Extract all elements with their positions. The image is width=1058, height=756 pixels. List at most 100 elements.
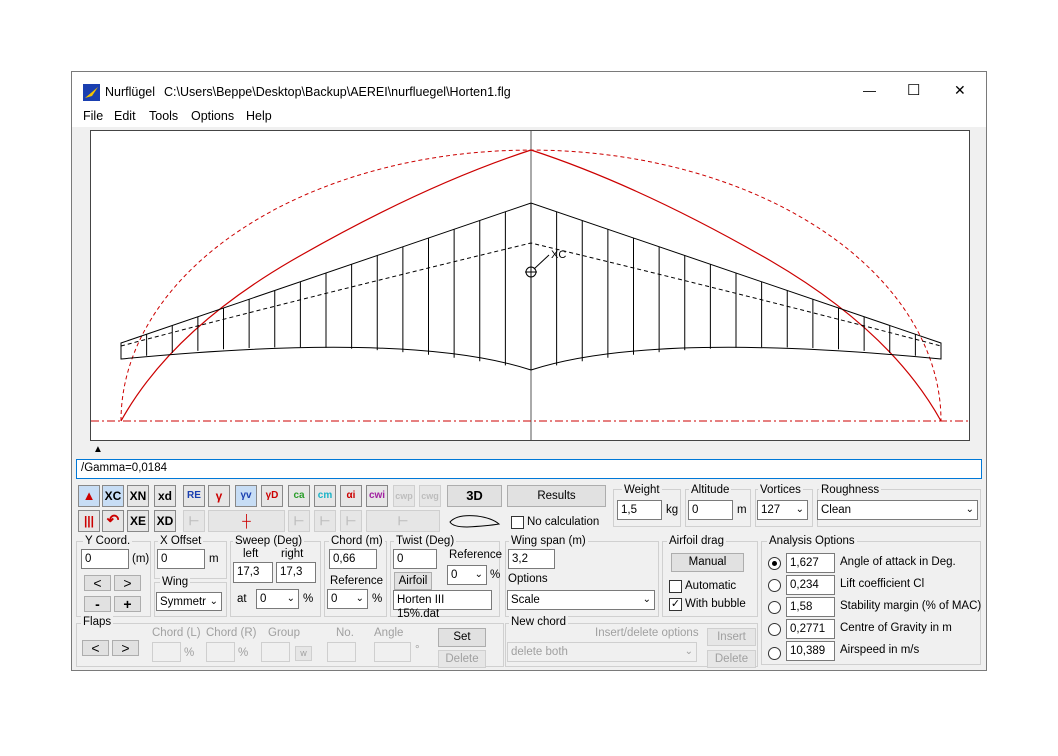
- weight-input[interactable]: 1,5: [617, 500, 662, 520]
- flaps-no-input[interactable]: [327, 642, 356, 662]
- airspeed-input[interactable]: 10,389: [786, 641, 835, 661]
- menu-tools[interactable]: Tools: [149, 109, 178, 123]
- options-label: Options: [508, 573, 548, 585]
- weight-unit: kg: [666, 504, 679, 516]
- sweep-left-input[interactable]: 17,3: [233, 562, 273, 583]
- flaps-chord-r-input[interactable]: [206, 642, 235, 662]
- insert-button[interactable]: Insert: [707, 628, 756, 646]
- flaps-prev-button[interactable]: <: [82, 640, 109, 656]
- results-button[interactable]: Results: [507, 485, 606, 507]
- xoffset-input[interactable]: 0: [157, 549, 205, 569]
- minimize-button[interactable]: —: [863, 83, 876, 98]
- stability-margin-input[interactable]: 1,58: [786, 597, 835, 617]
- flaps-w-button[interactable]: w: [295, 646, 312, 661]
- airspeed-radio[interactable]: [768, 647, 781, 660]
- twist-input[interactable]: 0: [393, 549, 437, 569]
- ycoord-next-button[interactable]: >: [114, 575, 141, 591]
- wingspan-input[interactable]: 3,2: [508, 549, 555, 569]
- flaps-group-input[interactable]: [261, 642, 290, 662]
- centre-of-gravity-radio[interactable]: [768, 623, 781, 636]
- new-chord-delete-button[interactable]: Delete: [707, 650, 756, 668]
- with-bubble-checkbox[interactable]: ✓: [669, 598, 682, 611]
- chevron-down-icon: ⌄: [209, 596, 218, 607]
- automatic-checkbox[interactable]: [669, 580, 682, 593]
- ycoord-unit: (m): [132, 553, 150, 565]
- remove-section-button[interactable]: -: [84, 596, 111, 612]
- cm-button[interactable]: cm: [314, 485, 336, 507]
- flaps-delete-button[interactable]: Delete: [438, 650, 486, 668]
- cwg-button[interactable]: cwg: [419, 485, 441, 507]
- stability-margin-radio[interactable]: [768, 601, 781, 614]
- lift-coefficient-input[interactable]: 0,234: [786, 575, 835, 595]
- airfoil-button[interactable]: Airfoil: [394, 572, 432, 590]
- gamma-v-button[interactable]: γv: [235, 485, 257, 507]
- re-button[interactable]: RE: [183, 485, 205, 507]
- alpha-i-button[interactable]: αi: [340, 485, 362, 507]
- menu-file[interactable]: File: [83, 109, 103, 123]
- wing-view-icon[interactable]: ▲: [78, 485, 100, 507]
- chord-reference-label: Reference: [330, 575, 384, 587]
- sweep-at-select[interactable]: 0 ⌄: [256, 589, 299, 609]
- chord-input[interactable]: 0,66: [329, 549, 377, 569]
- close-button[interactable]: ✕: [954, 82, 966, 99]
- cwp-button[interactable]: cwp: [393, 485, 415, 507]
- roughness-select[interactable]: Clean ⌄: [817, 500, 978, 520]
- grid-icon-1[interactable]: ⊢: [183, 510, 205, 532]
- airfoil-name-field[interactable]: Horten III 15%.dat: [393, 590, 492, 620]
- flaps-chord-r-unit: %: [238, 647, 249, 659]
- xn-button[interactable]: XN: [127, 485, 149, 507]
- hatch-view-icon[interactable]: |||: [78, 510, 100, 532]
- new-chord-select[interactable]: delete both ⌄: [507, 642, 697, 662]
- lift-coefficient-label: Lift coefficient Cl: [840, 578, 925, 590]
- flaps-set-button[interactable]: Set: [438, 628, 486, 647]
- lift-coefficient-radio[interactable]: [768, 579, 781, 592]
- vortices-select[interactable]: 127 ⌄: [757, 500, 808, 520]
- add-section-button[interactable]: +: [114, 596, 141, 612]
- twist-reference-select[interactable]: 0 ⌄: [447, 565, 487, 585]
- gamma-d-button[interactable]: γD: [261, 485, 283, 507]
- xd-button[interactable]: xd: [154, 485, 176, 507]
- wingspan-label: Wing span (m): [509, 535, 588, 547]
- crosshair-icon[interactable]: ┼: [208, 510, 285, 532]
- scroll-marker-icon[interactable]: ▲: [93, 444, 103, 455]
- sweep-right-input[interactable]: 17,3: [276, 562, 316, 583]
- grid-icon-2[interactable]: ⊢: [288, 510, 310, 532]
- cwi-button[interactable]: cwi: [366, 485, 388, 507]
- gamma-button[interactable]: γ: [208, 485, 230, 507]
- status-field[interactable]: /Gamma=0,0184: [76, 459, 982, 479]
- ycoord-input[interactable]: 0: [81, 549, 129, 569]
- 3d-view-button[interactable]: 3D: [447, 485, 502, 507]
- xd-button-2[interactable]: XD: [154, 510, 176, 532]
- grid-icon-5[interactable]: ⊢: [366, 510, 440, 532]
- menu-edit[interactable]: Edit: [114, 109, 136, 123]
- airfoil-shape-icon[interactable]: [447, 512, 502, 532]
- chevron-down-icon: ⌄: [642, 594, 651, 605]
- analysis-options-label: Analysis Options: [767, 535, 857, 547]
- flaps-next-button[interactable]: >: [112, 640, 139, 656]
- no-calculation-checkbox[interactable]: [511, 516, 524, 529]
- manual-button[interactable]: Manual: [671, 553, 744, 572]
- ca-button[interactable]: ca: [288, 485, 310, 507]
- menu-help[interactable]: Help: [246, 109, 272, 123]
- angle-of-attack-radio[interactable]: [768, 557, 781, 570]
- undo-icon[interactable]: ↶: [102, 510, 124, 532]
- altitude-input[interactable]: 0: [688, 500, 733, 520]
- twist-reference-unit: %: [490, 569, 501, 581]
- options-select[interactable]: Scale ⌄: [507, 590, 655, 610]
- maximize-button[interactable]: ☐: [907, 81, 920, 99]
- xc-button[interactable]: XC: [102, 485, 124, 507]
- angle-of-attack-input[interactable]: 1,627: [786, 553, 835, 573]
- flaps-chord-l-input[interactable]: [152, 642, 181, 662]
- wing-select[interactable]: Symmetr ⌄: [156, 592, 222, 611]
- flaps-angle-input[interactable]: [374, 642, 411, 662]
- grid-icon-3[interactable]: ⊢: [314, 510, 336, 532]
- ycoord-prev-button[interactable]: <: [84, 575, 111, 591]
- file-path: C:\Users\Beppe\Desktop\Backup\AEREI\nurf…: [164, 85, 511, 99]
- centre-of-gravity-input[interactable]: 0,2771: [786, 619, 835, 639]
- grid-icon-4[interactable]: ⊢: [340, 510, 362, 532]
- chord-reference-select[interactable]: 0 ⌄: [327, 589, 368, 609]
- altitude-unit: m: [737, 504, 747, 516]
- xe-button[interactable]: XE: [127, 510, 149, 532]
- wing-planform-canvas[interactable]: XC: [90, 130, 970, 441]
- menu-options[interactable]: Options: [191, 109, 234, 123]
